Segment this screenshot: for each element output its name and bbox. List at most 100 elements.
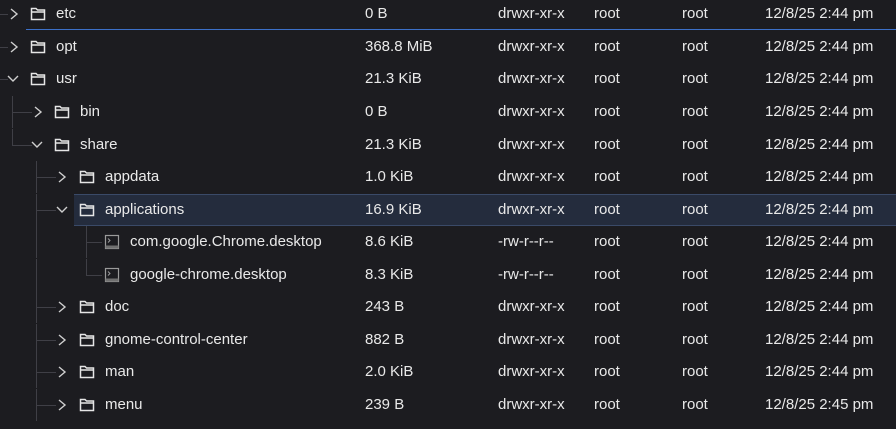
file-permissions: -rw-r--r-- <box>498 233 554 250</box>
file-name: google-chrome.desktop <box>130 266 287 283</box>
file-modified: 12/8/25 2:44 pm <box>765 5 874 22</box>
chevron-down-icon[interactable] <box>30 136 43 154</box>
file-group: root <box>682 136 708 153</box>
tree-guide-line <box>86 259 87 275</box>
tree-row-opt[interactable]: opt 368.8 MiB drwxr-xr-x root root 12/8/… <box>0 31 896 63</box>
file-size: 243 B <box>365 298 405 315</box>
tree-row-share[interactable]: share 21.3 KiB drwxr-xr-x root root 12/8… <box>0 129 896 161</box>
file-permissions: drwxr-xr-x <box>498 201 565 218</box>
tree-row-bin[interactable]: bin 0 B drwxr-xr-x root root 12/8/25 2:4… <box>0 96 896 128</box>
tree-row-appdata[interactable]: appdata 1.0 KiB drwxr-xr-x root root 12/… <box>0 161 896 193</box>
file-permissions: drwxr-xr-x <box>498 363 565 380</box>
file-owner: root <box>594 363 620 380</box>
tree-row-applications[interactable]: applications 16.9 KiB drwxr-xr-x root ro… <box>0 194 896 226</box>
file-owner: root <box>594 298 620 315</box>
chevron-right-icon[interactable] <box>8 38 20 56</box>
folder-icon <box>79 364 95 380</box>
file-owner: root <box>594 5 620 22</box>
chevron-right-icon[interactable] <box>8 5 20 23</box>
file-permissions: -rw-r--r-- <box>498 266 554 283</box>
file-permissions: drwxr-xr-x <box>498 396 565 413</box>
file-name: share <box>80 136 118 153</box>
file-size: 368.8 MiB <box>365 38 433 55</box>
file-name: etc <box>56 5 77 22</box>
file-owner: root <box>594 168 620 185</box>
file-size: 0 B <box>365 103 388 120</box>
tree-branch-line <box>86 275 102 276</box>
file-name: applications <box>105 201 185 218</box>
file-modified: 12/8/25 2:44 pm <box>765 233 874 250</box>
file-modified: 12/8/25 2:45 pm <box>765 396 874 413</box>
file-owner: root <box>594 136 620 153</box>
tree-row-menu[interactable]: menu 239 B drwxr-xr-x root root 12/8/25 … <box>0 389 896 421</box>
tree-branch-line <box>86 242 102 243</box>
file-permissions: drwxr-xr-x <box>498 103 565 120</box>
file-modified: 12/8/25 2:44 pm <box>765 70 874 87</box>
file-permissions: drwxr-xr-x <box>498 38 565 55</box>
tree-branch-line <box>36 177 56 178</box>
file-size: 1.0 KiB <box>365 168 414 185</box>
file-owner: root <box>594 38 620 55</box>
chevron-right-icon[interactable] <box>56 331 68 349</box>
chevron-down-icon[interactable] <box>6 70 19 88</box>
file-permissions: drwxr-xr-x <box>498 70 565 87</box>
tree-branch-line <box>0 14 8 15</box>
file-name: usr <box>56 70 77 87</box>
chevron-right-icon[interactable] <box>56 363 68 381</box>
file-modified: 12/8/25 2:44 pm <box>765 103 874 120</box>
file-group: root <box>682 331 708 348</box>
file-modified: 12/8/25 2:44 pm <box>765 331 874 348</box>
folder-icon <box>30 39 46 55</box>
folder-icon <box>54 104 70 120</box>
file-name: menu <box>105 396 143 413</box>
folder-icon <box>79 299 95 315</box>
tree-branch-line <box>12 112 32 113</box>
file-name: man <box>105 363 135 380</box>
chevron-down-icon[interactable] <box>55 201 68 219</box>
tree-row-doc[interactable]: doc 243 B drwxr-xr-x root root 12/8/25 2… <box>0 291 896 323</box>
tree-row-man[interactable]: man 2.0 KiB drwxr-xr-x root root 12/8/25… <box>0 356 896 388</box>
file-owner: root <box>594 70 620 87</box>
file-group: root <box>682 5 708 22</box>
tree-branch-line <box>36 340 56 341</box>
chevron-right-icon[interactable] <box>56 396 68 414</box>
tree-row-google-chrome-desktop[interactable]: google-chrome.desktop 8.3 KiB -rw-r--r--… <box>0 259 896 291</box>
file-group: root <box>682 103 708 120</box>
tree-guide-line <box>12 129 13 145</box>
file-size: 8.3 KiB <box>365 266 414 283</box>
chevron-right-icon[interactable] <box>56 168 68 186</box>
chevron-right-icon[interactable] <box>56 298 68 316</box>
tree-branch-line <box>12 145 32 146</box>
file-group: root <box>682 363 708 380</box>
folder-icon <box>30 71 46 87</box>
file-size: 21.3 KiB <box>365 136 422 153</box>
folder-icon <box>79 202 95 218</box>
file-name: gnome-control-center <box>105 331 248 348</box>
file-name: appdata <box>105 168 160 185</box>
folder-icon <box>79 332 95 348</box>
tree-branch-line <box>36 307 56 308</box>
file-permissions: drwxr-xr-x <box>498 298 565 315</box>
folder-icon <box>30 6 46 22</box>
folder-icon <box>54 137 70 153</box>
file-modified: 12/8/25 2:44 pm <box>765 201 874 218</box>
file-modified: 12/8/25 2:44 pm <box>765 38 874 55</box>
file-modified: 12/8/25 2:44 pm <box>765 168 874 185</box>
file-size: 0 B <box>365 5 388 22</box>
tree-row-usr[interactable]: usr 21.3 KiB drwxr-xr-x root root 12/8/2… <box>0 63 896 95</box>
tree-row-com-google-chrome-desktop[interactable]: com.google.Chrome.desktop 8.6 KiB -rw-r-… <box>0 226 896 258</box>
tree-guide-line <box>36 226 37 258</box>
file-group: root <box>682 266 708 283</box>
tree-row-etc[interactable]: etc 0 B drwxr-xr-x root root 12/8/25 2:4… <box>0 0 896 30</box>
file-group: root <box>682 38 708 55</box>
file-name: bin <box>80 103 101 120</box>
file-size: 239 B <box>365 396 405 413</box>
file-group: root <box>682 168 708 185</box>
file-group: root <box>682 70 708 87</box>
tree-row-gnome-control-center[interactable]: gnome-control-center 882 B drwxr-xr-x ro… <box>0 324 896 356</box>
chevron-right-icon[interactable] <box>32 103 44 121</box>
file-modified: 12/8/25 2:44 pm <box>765 266 874 283</box>
file-size: 21.3 KiB <box>365 70 422 87</box>
file-permissions: drwxr-xr-x <box>498 331 565 348</box>
tree-branch-line <box>0 47 8 48</box>
